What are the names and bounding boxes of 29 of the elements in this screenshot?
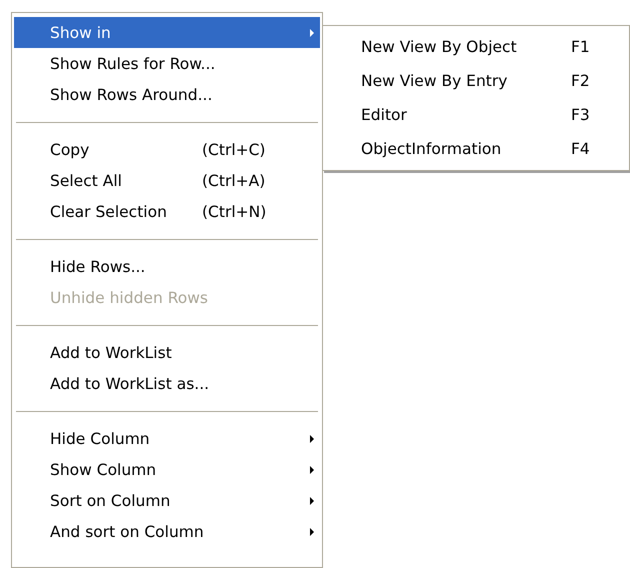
menu-item[interactable]: Show in	[14, 17, 320, 48]
menu-item[interactable]: Show Column	[14, 454, 320, 485]
shortcut-text: (Ctrl+N)	[202, 202, 268, 220]
menu-item[interactable]: And sort on Column	[14, 516, 320, 547]
menu-item[interactable]: New View By Object F1	[325, 30, 627, 64]
menu-item[interactable]: Clear Selection (Ctrl+N)	[14, 196, 320, 227]
menu-item[interactable]: Copy (Ctrl+C)	[14, 134, 320, 165]
submenu-arrow-icon	[310, 28, 314, 36]
menu-item[interactable]: Add to WorkList as...	[14, 368, 320, 399]
shortcut-text: (Ctrl+A)	[202, 172, 266, 190]
menu-item[interactable]: Show Rules for Row...	[14, 48, 320, 79]
menu-item[interactable]: Show Rows Around...	[14, 79, 320, 110]
menu-item[interactable]: Sort on Column	[14, 485, 320, 516]
menu-item[interactable]: Add to WorkList	[14, 337, 320, 368]
shortcut-text: F2	[571, 72, 591, 90]
menu-item[interactable]: Select All (Ctrl+A)	[14, 165, 320, 196]
submenu-arrow-icon	[310, 528, 314, 536]
submenu-arrow-icon	[310, 466, 314, 474]
menu-item[interactable]: Hide Rows...	[14, 251, 320, 282]
submenu-arrow-icon	[310, 496, 314, 504]
menu-item[interactable]: Hide Column	[14, 423, 320, 454]
submenu-arrow-icon	[310, 434, 314, 442]
menu-item[interactable]: New View By Entry F2	[325, 64, 627, 98]
menu-item[interactable]: ObjectInformation F4	[325, 132, 627, 166]
shortcut-text: (Ctrl+C)	[202, 140, 266, 158]
shortcut-text: F1	[571, 38, 591, 56]
menu-item[interactable]: Editor F3	[325, 98, 627, 132]
shortcut-text: F4	[571, 140, 591, 158]
shortcut-text: F3	[571, 106, 591, 124]
